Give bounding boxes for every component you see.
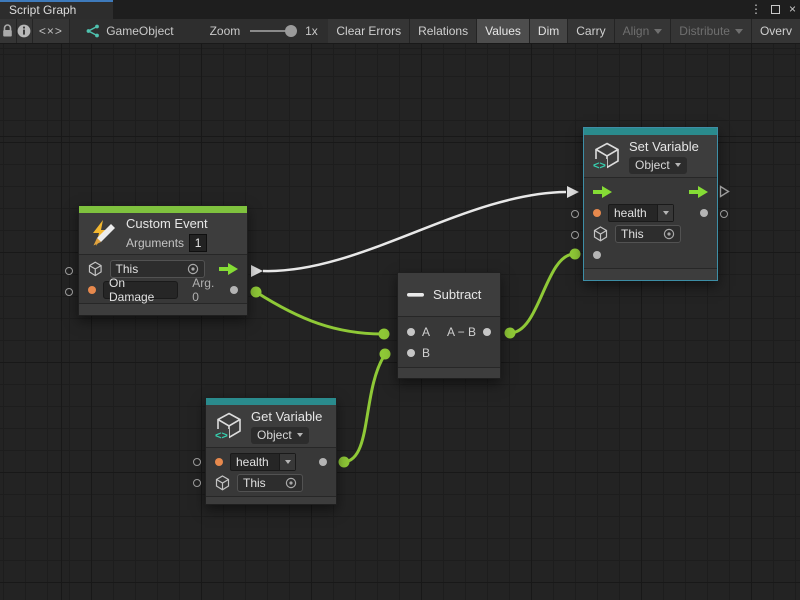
flow-in-port[interactable]: [593, 186, 612, 198]
ext-port-circle[interactable]: [720, 210, 728, 218]
dropdown-caret: [279, 454, 295, 470]
input-a-label: A: [422, 325, 430, 339]
port-row-value-input: [584, 244, 717, 265]
ext-port-circle[interactable]: [571, 210, 579, 218]
port-row-event: On Damage Arg. 0: [79, 279, 247, 300]
arguments-label: Arguments: [126, 236, 184, 250]
input-b-label: B: [422, 346, 430, 360]
ext-port-circle[interactable]: [65, 288, 73, 296]
node-title: Custom Event: [126, 216, 208, 231]
target-object-field[interactable]: This: [615, 225, 681, 243]
node-footer: [398, 367, 500, 378]
node-custom-event[interactable]: Custom Event Arguments 1 This: [78, 205, 248, 316]
port-row-b: B: [398, 342, 500, 363]
ext-port-circle[interactable]: [65, 267, 73, 275]
variable-kind-dropdown[interactable]: Object: [629, 157, 687, 174]
port-row-a: A A − B: [398, 321, 500, 342]
chevron-down-icon: [675, 163, 681, 167]
value-input-port[interactable]: [593, 251, 601, 259]
variable-name-dropdown[interactable]: health: [608, 204, 674, 222]
arg0-label: Arg. 0: [192, 276, 223, 304]
ext-port-circle[interactable]: [193, 479, 201, 487]
event-color-strip: [79, 206, 247, 213]
subtract-minus-icon: [407, 292, 425, 298]
variable-name-dropdown[interactable]: health: [230, 453, 296, 471]
chevron-down-icon: [297, 433, 303, 437]
node-get-variable[interactable]: <> Get Variable Object health: [205, 397, 337, 505]
node-set-variable[interactable]: <> Set Variable Object: [583, 127, 718, 281]
svg-text:<>: <>: [593, 160, 606, 170]
target-object-field[interactable]: This: [237, 474, 303, 492]
output-port[interactable]: [483, 328, 491, 336]
port-row-name: health: [584, 202, 717, 223]
node-title: Get Variable: [251, 409, 322, 424]
port-row-flow: [584, 181, 717, 202]
port-row-target: This: [206, 472, 336, 493]
svg-text:<>: <>: [215, 430, 228, 440]
event-port[interactable]: [88, 286, 96, 294]
ext-port-circle[interactable]: [193, 458, 201, 466]
arg0-output-port[interactable]: [230, 286, 238, 294]
variable-color-strip: [206, 398, 336, 405]
variable-cube-icon: <>: [215, 412, 243, 440]
flow-out-port[interactable]: [219, 263, 238, 275]
object-picker-icon[interactable]: [285, 477, 297, 489]
variable-name-port[interactable]: [593, 209, 601, 217]
ext-port-circle[interactable]: [571, 231, 579, 239]
dropdown-caret: [657, 205, 673, 221]
node-footer: [584, 268, 717, 280]
gameobject-cube-icon: [88, 261, 103, 277]
gameobject-cube-icon: [593, 226, 608, 242]
value-output-port[interactable]: [319, 458, 327, 466]
variable-name-port[interactable]: [215, 458, 223, 466]
arguments-count-input[interactable]: 1: [189, 234, 207, 252]
output-label: A − B: [447, 325, 476, 339]
node-subtract[interactable]: Subtract A A − B B: [397, 272, 501, 379]
event-name-field[interactable]: On Damage: [103, 281, 178, 299]
node-footer: [206, 496, 336, 504]
port-row-name: health: [206, 451, 336, 472]
node-title: Subtract: [433, 287, 481, 302]
ext-flow-port-triangle[interactable]: [719, 185, 730, 198]
flow-out-port[interactable]: [689, 186, 708, 198]
custom-event-icon: [88, 219, 118, 249]
gameobject-cube-icon: [215, 475, 230, 491]
value-output-port[interactable]: [700, 209, 708, 217]
input-a-port[interactable]: [407, 328, 415, 336]
node-footer: [79, 303, 247, 315]
variable-color-strip: [584, 128, 717, 135]
variable-cube-icon: <>: [593, 142, 621, 170]
node-title: Set Variable: [629, 139, 699, 154]
variable-kind-dropdown[interactable]: Object: [251, 427, 309, 444]
object-picker-icon[interactable]: [187, 263, 199, 275]
input-b-port[interactable]: [407, 349, 415, 357]
object-picker-icon[interactable]: [663, 228, 675, 240]
port-row-target: This: [584, 223, 717, 244]
